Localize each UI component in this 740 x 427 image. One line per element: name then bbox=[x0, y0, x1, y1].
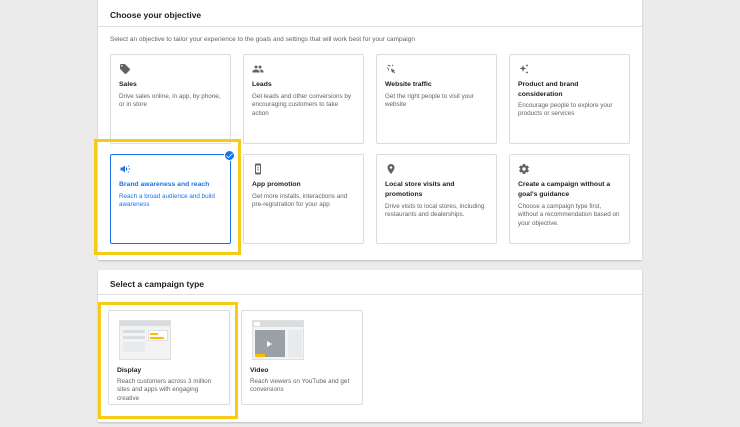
campaign-type-panel: Select a campaign type Display Reach cus… bbox=[98, 270, 642, 422]
objective-panel: Choose your objective Select an objectiv… bbox=[98, 0, 642, 260]
card-description: Encourage people to explore your product… bbox=[518, 102, 613, 118]
card-description: Get leads and other conversions by encou… bbox=[252, 93, 352, 117]
display-thumbnail-icon bbox=[119, 320, 171, 360]
sparkle-icon bbox=[518, 63, 530, 75]
card-description: Reach viewers on YouTube and get convers… bbox=[250, 378, 350, 394]
card-title: Local store visits and promotions bbox=[385, 181, 455, 198]
objective-card-product-brand-consideration[interactable]: Product and brand consideration Encourag… bbox=[509, 54, 630, 144]
card-title: Create a campaign without a goal's guida… bbox=[518, 181, 611, 198]
objective-card-brand-awareness[interactable]: Brand awareness and reach Reach a broad … bbox=[110, 150, 235, 244]
card-description: Drive sales online, in app, by phone, or… bbox=[119, 93, 221, 109]
card-description: Get more installs, interactions and pre-… bbox=[252, 193, 348, 209]
divider bbox=[98, 294, 642, 295]
objective-card-website-traffic[interactable]: Website traffic Get the right people to … bbox=[376, 54, 497, 144]
card-description: Choose a campaign type first, without a … bbox=[518, 203, 620, 227]
objective-subtitle: Select an objective to tailor your exper… bbox=[110, 36, 415, 43]
campaign-card-video[interactable]: Video Reach viewers on YouTube and get c… bbox=[241, 310, 363, 405]
campaign-card-display[interactable]: Display Reach customers across 3 million… bbox=[108, 310, 230, 405]
objective-card-local-store-visits[interactable]: Local store visits and promotions Drive … bbox=[376, 154, 497, 244]
card-description: Reach a broad audience and build awarene… bbox=[119, 193, 215, 209]
card-title: Website traffic bbox=[385, 81, 432, 88]
selected-check-icon bbox=[224, 150, 235, 161]
gear-icon bbox=[518, 163, 530, 175]
video-thumbnail-icon bbox=[252, 320, 304, 360]
megaphone-icon bbox=[119, 163, 131, 175]
card-title: Leads bbox=[252, 81, 272, 88]
objective-card-leads[interactable]: Leads Get leads and other conversions by… bbox=[243, 54, 364, 144]
cursor-click-icon bbox=[385, 63, 397, 75]
objective-heading: Choose your objective bbox=[110, 10, 202, 20]
card-title: Sales bbox=[119, 81, 137, 88]
people-icon bbox=[252, 63, 264, 75]
card-title: Product and brand consideration bbox=[518, 81, 579, 98]
phone-icon bbox=[252, 163, 264, 175]
card-title: Video bbox=[250, 367, 269, 374]
card-title: App promotion bbox=[252, 181, 301, 188]
objective-card-sales[interactable]: Sales Drive sales online, in app, by pho… bbox=[110, 54, 231, 144]
card-description: Get the right people to visit your websi… bbox=[385, 93, 474, 109]
campaign-type-heading: Select a campaign type bbox=[110, 279, 205, 289]
card-title: Brand awareness and reach bbox=[119, 181, 210, 188]
card-description: Reach customers across 3 million sites a… bbox=[117, 378, 212, 402]
card-description: Drive visits to local stores, including … bbox=[385, 203, 485, 219]
location-pin-icon bbox=[385, 163, 397, 175]
divider bbox=[98, 26, 642, 27]
objective-card-no-goal[interactable]: Create a campaign without a goal's guida… bbox=[509, 154, 630, 244]
card-title: Display bbox=[117, 367, 142, 374]
objective-card-app-promotion[interactable]: App promotion Get more installs, interac… bbox=[243, 154, 364, 244]
tag-icon bbox=[119, 63, 131, 75]
